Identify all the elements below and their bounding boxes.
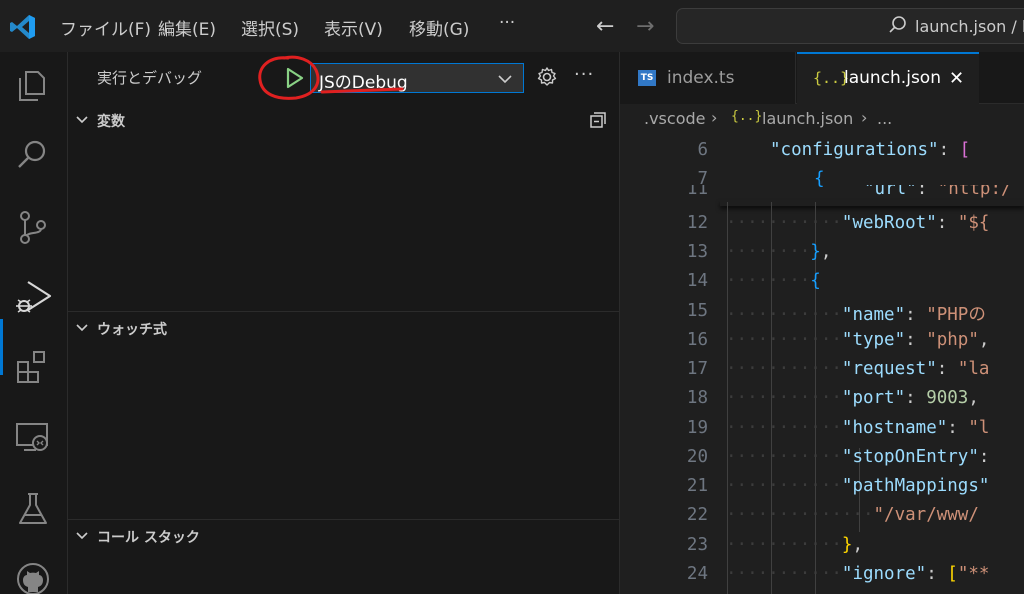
search-view-icon[interactable] <box>14 136 52 174</box>
close-icon[interactable]: ✕ <box>949 68 964 89</box>
code-line[interactable]: 15 ···········"name": "PHPの <box>620 297 1024 326</box>
variables-section-label: 変数 <box>97 114 125 130</box>
line-number: 13 <box>686 242 708 262</box>
code-line[interactable]: 17 ···········"request": "la <box>620 355 1024 384</box>
debug-config-value: JSのDebug <box>319 73 408 93</box>
code-line[interactable]: 6 "configurations": [ <box>620 136 1024 165</box>
code-line[interactable]: 20 ···········"stopOnEntry": <box>620 443 1024 472</box>
run-debug-sidebar: 実行とデバッグ JSのDebug ··· 変数 ウォッチ式 コール スタック <box>68 52 620 594</box>
line-number: 16 <box>686 330 708 350</box>
collapse-all-icon[interactable] <box>588 110 608 130</box>
menu-view[interactable]: 表示(V) <box>324 15 383 40</box>
search-text: launch.json / la <box>915 17 1024 36</box>
line-number: 23 <box>686 535 708 555</box>
menu-edit[interactable]: 編集(E) <box>158 15 216 40</box>
explorer-icon[interactable] <box>14 66 52 104</box>
gear-icon[interactable] <box>536 66 558 88</box>
more-actions-icon[interactable]: ··· <box>574 64 594 85</box>
code-line[interactable]: 24 ···········"ignore": ["** <box>620 560 1024 589</box>
watch-section-label: ウォッチ式 <box>97 322 167 338</box>
extensions-icon[interactable] <box>14 348 52 386</box>
code-line[interactable]: 21 ···········"pathMappings" <box>620 472 1024 501</box>
chevron-right-icon: › <box>711 108 718 127</box>
line-number: 19 <box>686 418 708 438</box>
tab-launch-json[interactable]: {..} launch.json ✕ <box>797 52 979 104</box>
testing-flask-icon[interactable] <box>14 490 52 528</box>
debug-config-select[interactable]: JSのDebug <box>310 63 524 93</box>
section-divider <box>68 519 620 520</box>
code-line[interactable]: 19 ···········"hostname": "l <box>620 414 1024 443</box>
line-number: 21 <box>686 476 708 496</box>
chevron-down-icon <box>76 532 88 540</box>
breadcrumb-symbol[interactable]: ... <box>877 109 892 128</box>
json-file-icon: {..} <box>731 109 763 124</box>
line-number: 12 <box>686 213 708 233</box>
sticky-scroll-shadow <box>720 200 1024 206</box>
code-line[interactable]: 16 ···········"type": "php", <box>620 326 1024 355</box>
chevron-right-icon: › <box>861 108 868 127</box>
line-number: 11 <box>686 185 708 199</box>
line-number: 15 <box>686 301 708 321</box>
menu-go[interactable]: 移動(G) <box>409 15 469 40</box>
callstack-section-label: コール スタック <box>97 530 200 546</box>
chevron-down-icon <box>498 75 512 84</box>
line-number: 17 <box>686 359 708 379</box>
menu-file[interactable]: ファイル(F) <box>60 15 151 40</box>
back-arrow-icon[interactable]: ← <box>596 14 614 39</box>
activity-bar <box>0 52 68 594</box>
code-key: "configurations" <box>770 140 939 160</box>
breadcrumb-folder[interactable]: .vscode <box>644 109 705 128</box>
tab-index-ts[interactable]: TS index.ts <box>620 52 796 104</box>
typescript-file-icon: TS <box>638 70 656 86</box>
source-control-icon[interactable] <box>14 208 52 246</box>
menu-selection[interactable]: 選択(S) <box>241 15 299 40</box>
callstack-section-header[interactable]: コール スタック <box>74 525 614 549</box>
github-icon[interactable] <box>14 560 52 594</box>
code-line[interactable]: 22 ··············"/var/www/ <box>620 501 1024 530</box>
chevron-down-icon <box>76 116 88 124</box>
tab-label: launch.json <box>844 68 941 88</box>
run-debug-icon[interactable] <box>14 278 52 316</box>
search-icon <box>889 16 906 33</box>
code-line[interactable]: 13 ········}, <box>620 238 1024 267</box>
chevron-down-icon <box>76 324 88 332</box>
code-line[interactable]: 18 ···········"port": 9003, <box>620 384 1024 413</box>
start-debugging-button[interactable] <box>280 64 308 92</box>
watch-section-header[interactable]: ウォッチ式 <box>74 317 614 341</box>
sidebar-title: 実行とデバッグ <box>97 69 203 87</box>
remote-explorer-icon[interactable] <box>14 418 52 456</box>
line-number: 18 <box>686 388 708 408</box>
code-line[interactable]: 12 ···········"webRoot": "${ <box>620 209 1024 238</box>
line-number: 24 <box>686 564 708 584</box>
code-line[interactable]: 23 ···········}, <box>620 531 1024 560</box>
code-line[interactable]: 14 ········{ <box>620 267 1024 296</box>
menu-more[interactable]: ··· <box>499 13 515 33</box>
editor-area: TS index.ts {..} launch.json ✕ .vscode ›… <box>620 52 1024 594</box>
tab-label: index.ts <box>667 68 735 88</box>
line-number: 20 <box>686 447 708 467</box>
section-divider <box>68 311 620 312</box>
editor-tab-bar: TS index.ts {..} launch.json ✕ <box>620 52 1024 104</box>
title-bar: ファイル(F) 編集(E) 選択(S) 表示(V) 移動(G) ··· ← → … <box>0 0 1024 52</box>
line-number: 22 <box>686 505 708 525</box>
line-number: 6 <box>697 140 708 160</box>
vscode-logo-icon <box>10 15 35 39</box>
variables-section-header[interactable]: 変数 <box>74 109 614 133</box>
line-number: 14 <box>686 271 708 291</box>
forward-arrow-icon[interactable]: → <box>636 14 654 39</box>
breadcrumb-file[interactable]: launch.json <box>762 109 853 128</box>
active-indicator <box>0 319 3 375</box>
